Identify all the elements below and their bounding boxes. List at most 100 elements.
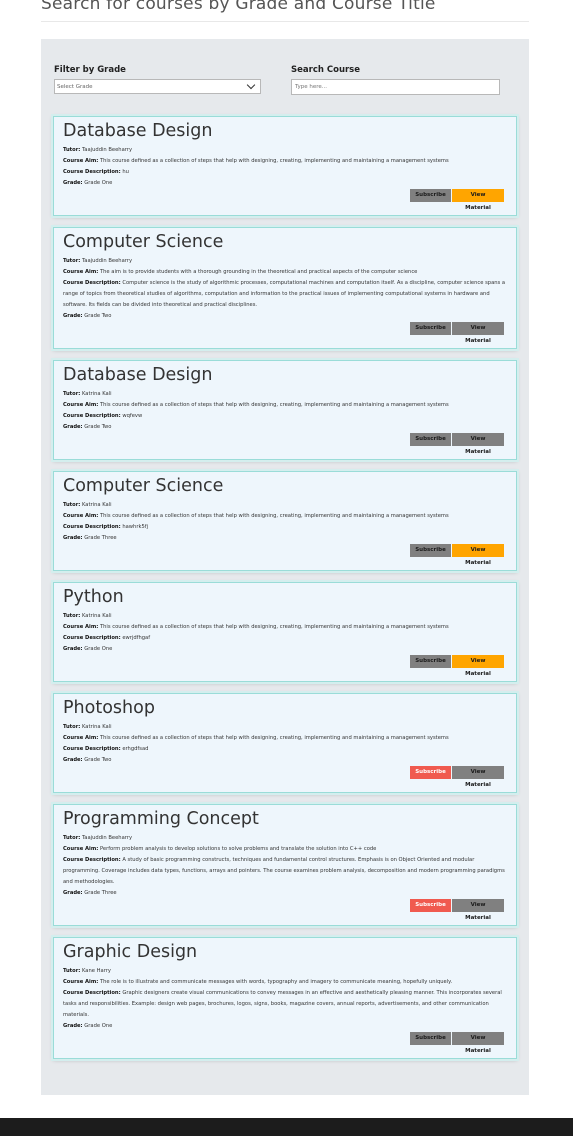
aim-label: Course Aim: — [63, 624, 99, 630]
grade-value: Grade Three — [84, 890, 117, 896]
grade-value: Grade Three — [84, 535, 117, 541]
aim-label: Course Aim: — [63, 402, 99, 408]
grade-select[interactable]: Select Grade — [54, 79, 261, 94]
tutor-value: Kane Harry — [82, 968, 111, 974]
aim-label: Course Aim: — [63, 846, 99, 852]
card-actions: Subscribe View Material — [409, 544, 504, 566]
aim-line: Course Aim: This course defined as a col… — [63, 622, 507, 633]
view-material-button[interactable]: View Material — [452, 655, 504, 677]
description-label: Course Description: — [63, 990, 121, 996]
tutor-label: Tutor: — [63, 502, 81, 508]
subscribe-button[interactable]: Subscribe — [410, 322, 451, 335]
aim-line: Course Aim: This course defined as a col… — [63, 511, 507, 522]
aim-line: Course Aim: The aim is to provide studen… — [63, 267, 507, 278]
subscribe-button[interactable]: Subscribe — [410, 433, 451, 446]
grade-line: Grade: Grade Two — [63, 422, 507, 433]
view-material-button[interactable]: View Material — [452, 322, 504, 344]
description-line: Course Description: hawhrk5fj — [63, 522, 507, 533]
course-card: Computer Science Tutor: Katrina Kali Cou… — [53, 471, 517, 571]
grade-value: Grade One — [84, 180, 113, 186]
description-label: Course Description: — [63, 857, 121, 863]
course-title: Python — [63, 587, 124, 607]
aim-line: Course Aim: This course defined as a col… — [63, 733, 507, 744]
card-actions: Subscribe View Material — [409, 433, 504, 455]
subscribe-button[interactable]: Subscribe — [410, 1032, 451, 1045]
description-value: A study of basic programming constructs,… — [63, 857, 505, 885]
aim-value: This course defined as a collection of s… — [99, 158, 449, 164]
course-card: Photoshop Tutor: Katrina Kali Course Aim… — [53, 693, 517, 793]
subscribe-button[interactable]: Subscribe — [410, 766, 451, 779]
aim-label: Course Aim: — [63, 979, 99, 985]
view-material-button[interactable]: View Material — [452, 899, 504, 921]
description-line: Course Description: erhgdfsad — [63, 744, 507, 755]
aim-line: Course Aim: Perform problem analysis to … — [63, 844, 507, 855]
heading-divider — [41, 21, 529, 22]
tutor-label: Tutor: — [63, 724, 81, 730]
aim-line: Course Aim: This course defined as a col… — [63, 400, 507, 411]
view-material-button[interactable]: View Material — [452, 544, 504, 566]
tutor-value: Katrina Kali — [82, 502, 112, 508]
card-actions: Subscribe View Material — [409, 322, 504, 344]
grade-value: Grade Two — [84, 757, 112, 763]
tutor-line: Tutor: Taajuddin Beeharry — [63, 256, 507, 267]
view-material-button[interactable]: View Material — [452, 189, 504, 211]
tutor-line: Tutor: Taajuddin Beeharry — [63, 145, 507, 156]
description-value: Graphic designers create visual communic… — [63, 990, 502, 1018]
grade-label: Grade: — [63, 646, 83, 652]
course-card: Python Tutor: Katrina Kali Course Aim: T… — [53, 582, 517, 682]
view-material-button[interactable]: View Material — [452, 433, 504, 455]
description-line: Course Description: hu — [63, 167, 507, 178]
subscribe-button[interactable]: Subscribe — [410, 544, 451, 557]
description-value: wqfevw — [122, 413, 143, 419]
card-actions: Subscribe View Material — [409, 189, 504, 211]
subscribe-button[interactable]: Subscribe — [410, 655, 451, 668]
view-material-button[interactable]: View Material — [452, 1032, 504, 1054]
subscribe-button[interactable]: Subscribe — [410, 189, 451, 202]
description-label: Course Description: — [63, 524, 121, 530]
description-line: Course Description: Graphic designers cr… — [63, 988, 507, 1021]
course-card: Database Design Tutor: Katrina Kali Cour… — [53, 360, 517, 460]
page-heading: Search for courses by Grade and Course T… — [41, 0, 436, 14]
tutor-label: Tutor: — [63, 147, 81, 153]
course-title: Computer Science — [63, 232, 224, 252]
grade-line: Grade: Grade One — [63, 1021, 507, 1032]
tutor-label: Tutor: — [63, 613, 81, 619]
description-label: Course Description: — [63, 635, 121, 641]
description-value: erhgdfsad — [122, 746, 149, 752]
course-title: Computer Science — [63, 476, 224, 496]
course-card: Database Design Tutor: Taajuddin Beeharr… — [53, 116, 517, 216]
aim-value: This course defined as a collection of s… — [99, 735, 449, 741]
aim-value: This course defined as a collection of s… — [99, 624, 449, 630]
subscribe-button[interactable]: Subscribe — [410, 899, 451, 912]
description-value: hawhrk5fj — [122, 524, 149, 530]
tutor-line: Tutor: Kane Harry — [63, 966, 507, 977]
aim-value: This course defined as a collection of s… — [99, 402, 449, 408]
grade-line: Grade: Grade Three — [63, 533, 507, 544]
grade-label: Grade: — [63, 535, 83, 541]
course-title: Database Design — [63, 365, 213, 385]
tutor-line: Tutor: Katrina Kali — [63, 611, 507, 622]
course-title: Programming Concept — [63, 809, 259, 829]
tutor-line: Tutor: Taajuddin Beeharry — [63, 833, 507, 844]
grade-value: Grade Two — [84, 424, 112, 430]
description-value: Computer science is the study of algorit… — [63, 280, 506, 308]
description-value: ewrjdfhgaf — [122, 635, 151, 641]
view-material-button[interactable]: View Material — [452, 766, 504, 788]
aim-label: Course Aim: — [63, 513, 99, 519]
aim-value: Perform problem analysis to develop solu… — [99, 846, 377, 852]
search-input[interactable] — [291, 79, 500, 95]
course-card: Computer Science Tutor: Taajuddin Beehar… — [53, 227, 517, 349]
tutor-label: Tutor: — [63, 968, 81, 974]
tutor-label: Tutor: — [63, 391, 81, 397]
description-line: Course Description: ewrjdfhgaf — [63, 633, 507, 644]
grade-label: Grade: — [63, 1023, 83, 1029]
description-label: Course Description: — [63, 280, 121, 286]
grade-label: Grade: — [63, 313, 83, 319]
aim-label: Course Aim: — [63, 269, 99, 275]
description-line: Course Description: Computer science is … — [63, 278, 507, 311]
tutor-line: Tutor: Katrina Kali — [63, 389, 507, 400]
grade-label: Grade: — [63, 424, 83, 430]
grade-select-value: Select Grade — [57, 84, 93, 90]
course-search-panel: Filter by Grade Select Grade Search Cour… — [41, 39, 529, 1095]
tutor-label: Tutor: — [63, 835, 81, 841]
